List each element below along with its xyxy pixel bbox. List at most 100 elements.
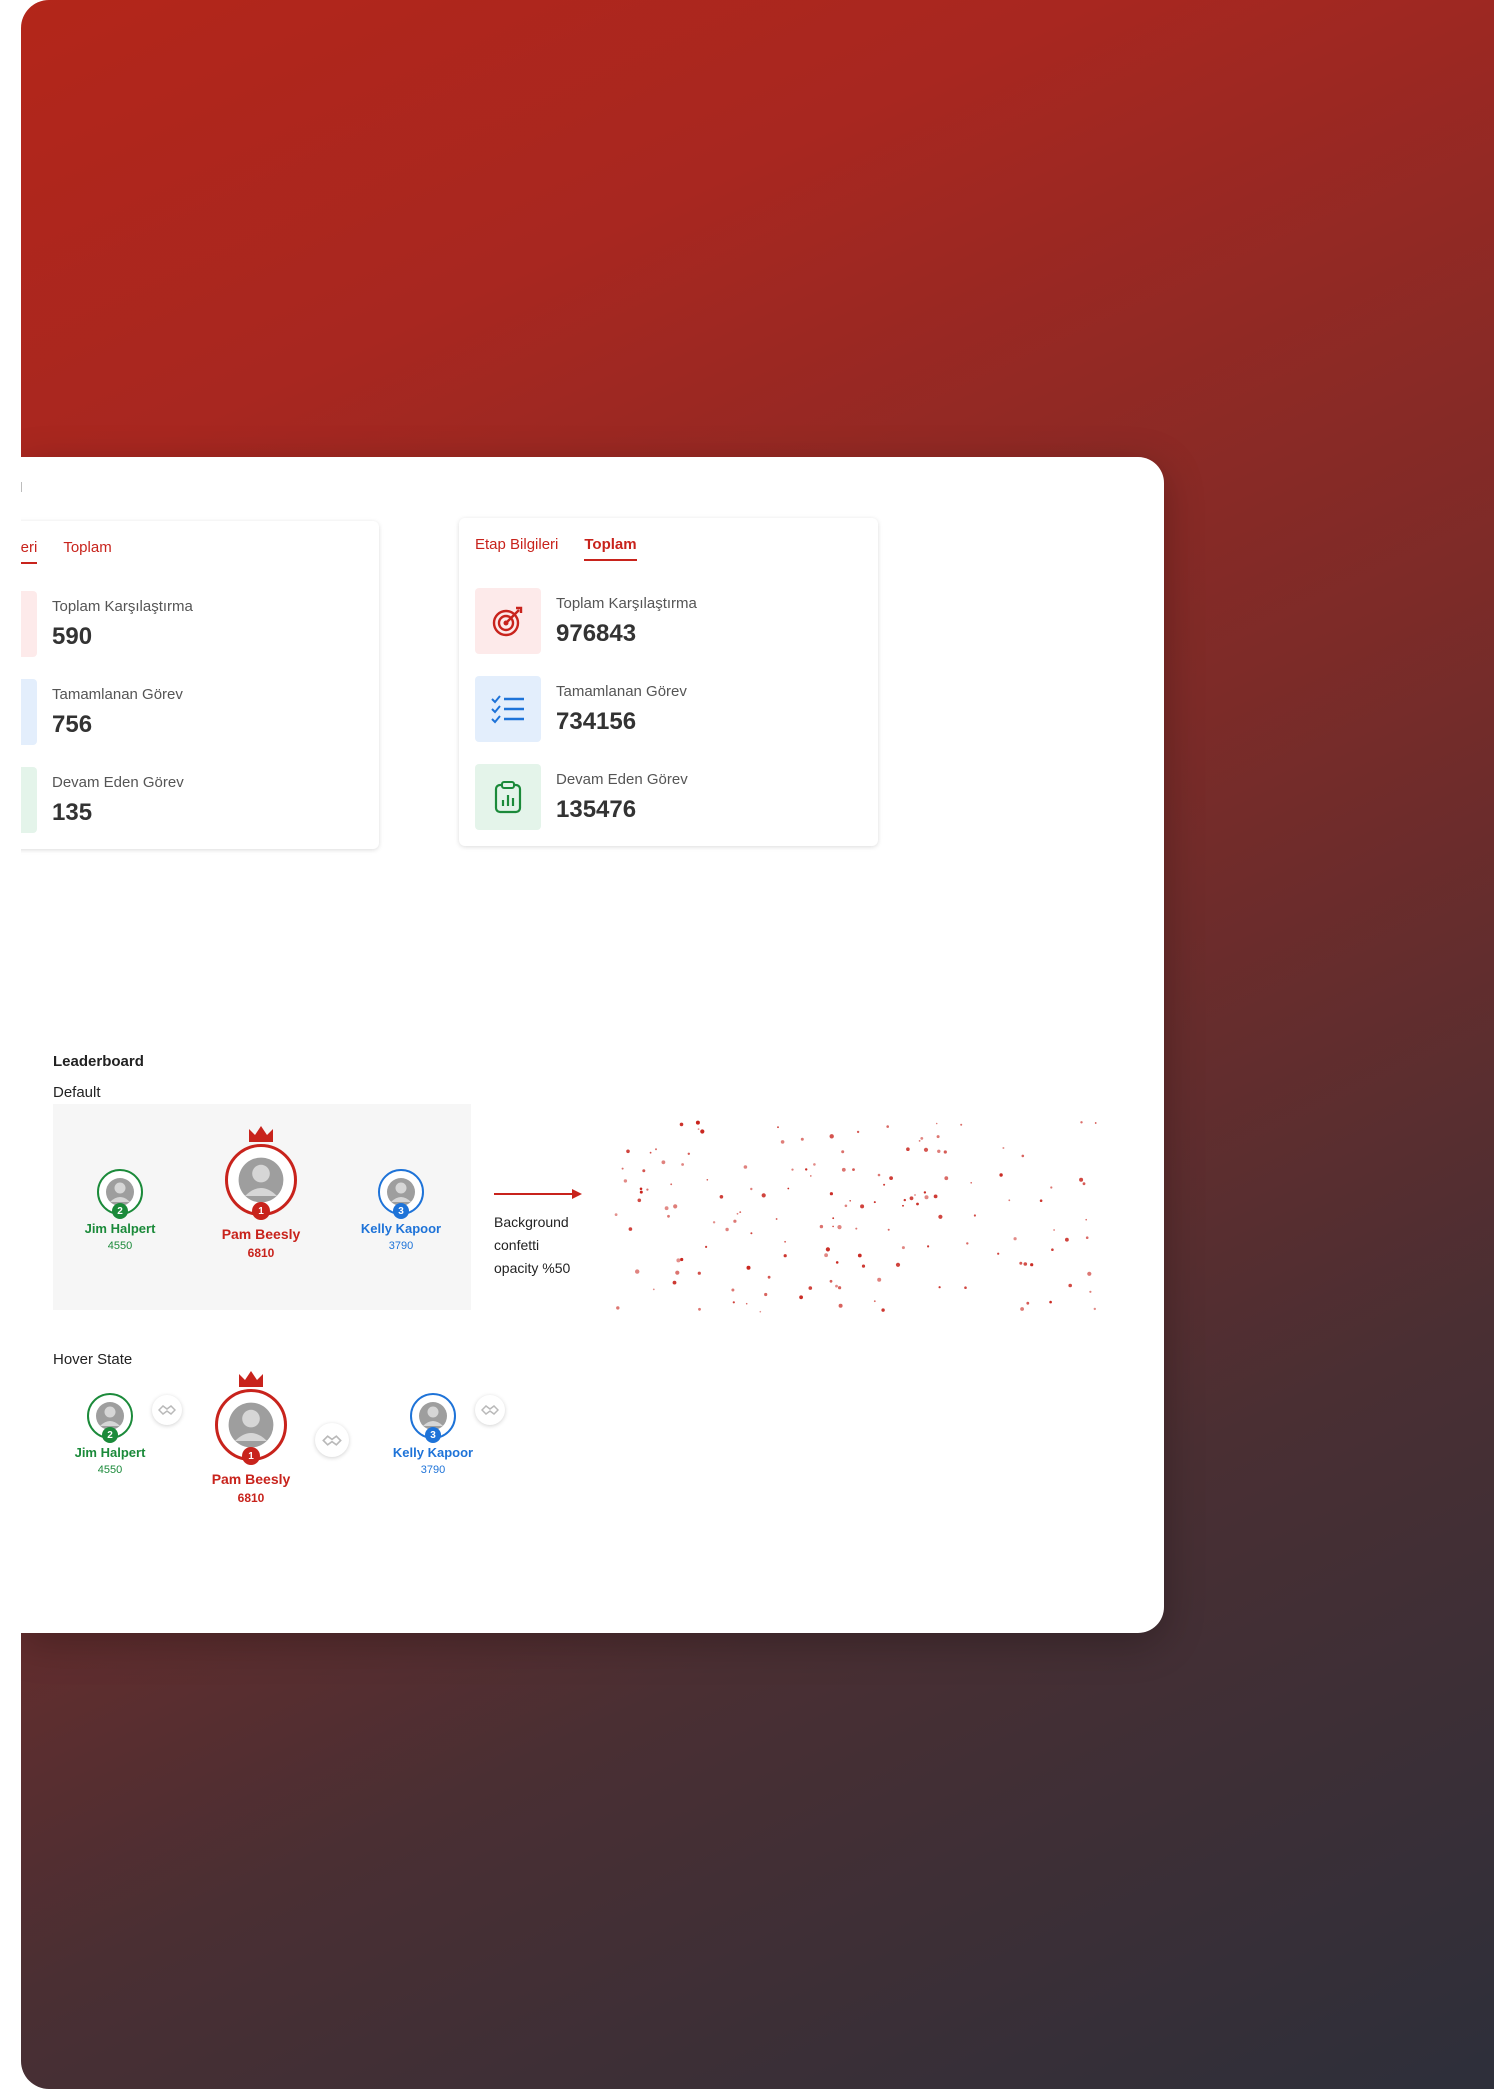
podium-player-second[interactable]: 2 Jim Halpert 4550 <box>65 1393 155 1476</box>
player-name: Pam Beesly <box>211 1471 291 1487</box>
confetti-dot <box>649 1151 652 1154</box>
confetti-dot <box>639 1187 643 1191</box>
confetti-dot <box>903 1198 906 1202</box>
confetti-dot <box>623 1179 628 1183</box>
stat-label: Toplam Karşılaştırma <box>52 597 193 615</box>
podium-player-first[interactable]: 1 Pam Beesly 6810 <box>211 1124 311 1260</box>
confetti-dot <box>719 1195 724 1199</box>
podium-player-third[interactable]: 3 Kelly Kapoor 3790 <box>351 1169 451 1252</box>
clipboard-chart-icon <box>21 767 37 833</box>
confetti-dot <box>838 1303 843 1308</box>
tab-stage-info[interactable]: ilgileri <box>21 539 38 564</box>
confetti-dot <box>970 1182 972 1184</box>
tab-bar: Etap Bilgileri Toplam <box>475 536 637 561</box>
stat-label: Devam Eden Görev <box>52 773 184 791</box>
handshake-icon[interactable] <box>315 1423 349 1457</box>
player-name: Pam Beesly <box>221 1226 301 1242</box>
leaderboard-default: 2 Jim Halpert 4550 1 Pam Beesly 6810 3 K… <box>53 1104 471 1310</box>
handshake-icon[interactable] <box>475 1395 505 1425</box>
confetti-dot <box>1082 1182 1086 1186</box>
confetti-dot <box>938 1286 941 1289</box>
arrow-right-icon <box>494 1187 584 1206</box>
confetti-dot <box>767 1275 771 1279</box>
player-score: 4550 <box>97 1464 123 1476</box>
hover-state-label: Hover State <box>53 1351 133 1368</box>
confetti-dot <box>1087 1271 1092 1276</box>
confetti-dot <box>832 1225 834 1228</box>
avatar: 2 <box>97 1169 143 1219</box>
confetti-dot <box>1080 1121 1083 1124</box>
rank-badge: 1 <box>252 1202 270 1220</box>
tab-total[interactable]: Toplam <box>63 539 111 564</box>
confetti-dot <box>844 1204 848 1208</box>
player-score: 6810 <box>247 1246 275 1260</box>
confetti-dot <box>881 1308 885 1312</box>
podium-player-second[interactable]: 2 Jim Halpert 4550 <box>75 1169 165 1252</box>
confetti-dot <box>764 1292 768 1297</box>
stat-row-comparison: Toplam Karşılaştırma 976843 <box>475 588 697 654</box>
player-score: 6810 <box>237 1491 265 1505</box>
confetti-dot <box>805 1168 808 1171</box>
confetti-dot <box>933 1194 938 1199</box>
confetti-dot <box>924 1195 929 1200</box>
tab-total[interactable]: Toplam <box>584 536 637 561</box>
confetti-dot <box>873 1201 876 1204</box>
confetti-dot <box>1030 1263 1034 1267</box>
podium-player-third[interactable]: 3 Kelly Kapoor 3790 <box>383 1393 483 1476</box>
confetti-dot <box>1049 1300 1052 1304</box>
confetti-dot <box>964 1286 967 1289</box>
confetti-dot <box>697 1271 701 1275</box>
handshake-icon[interactable] <box>152 1395 182 1425</box>
confetti-dot <box>733 1219 737 1223</box>
confetti-dot <box>877 1173 881 1177</box>
confetti-dot <box>791 1168 794 1171</box>
confetti-dot <box>999 1173 1003 1177</box>
confetti-dot <box>849 1200 851 1202</box>
rank-badge: 3 <box>393 1203 409 1219</box>
confetti-dot <box>800 1137 804 1141</box>
confetti-dot <box>877 1277 882 1282</box>
player-name: Kelly Kapoor <box>360 1221 442 1236</box>
confetti-dot <box>808 1286 813 1290</box>
tab-stage-info[interactable]: Etap Bilgileri <box>475 536 558 561</box>
confetti-dot <box>667 1214 670 1218</box>
stat-row-ongoing: Devam Eden Görev 135 <box>21 767 184 833</box>
confetti-dot <box>935 1122 938 1125</box>
confetti-dot <box>675 1270 680 1275</box>
player-name: Jim Halpert <box>74 1445 146 1460</box>
confetti-dot <box>750 1232 753 1235</box>
stat-label: Tamamlanan Görev <box>52 685 183 703</box>
rank-badge: 3 <box>425 1427 441 1443</box>
confetti-dot <box>838 1286 842 1290</box>
confetti-dot <box>681 1163 684 1166</box>
tab-bar: ilgileri Toplam <box>21 539 112 564</box>
target-icon <box>21 591 37 657</box>
confetti-dot <box>920 1137 924 1140</box>
player-score: 4550 <box>107 1240 133 1252</box>
stat-value: 135476 <box>556 795 637 823</box>
confetti-dot <box>672 1280 677 1285</box>
podium-player-first[interactable]: 1 Pam Beesly 6810 <box>201 1369 301 1505</box>
player-name: Kelly Kapoor <box>392 1445 474 1460</box>
confetti-dot <box>901 1246 905 1250</box>
confetti-dot <box>997 1252 1000 1255</box>
player-score: 3790 <box>420 1464 446 1476</box>
confetti-dot <box>687 1152 690 1155</box>
confetti-dot <box>813 1163 816 1166</box>
confetti-dot <box>1020 1307 1024 1311</box>
confetti-dot <box>810 1175 812 1177</box>
confetti-dot <box>855 1227 858 1230</box>
confetti-dot <box>873 1300 876 1303</box>
confetti-dot <box>1026 1301 1030 1305</box>
confetti-dot <box>783 1254 787 1258</box>
stat-value: 756 <box>52 710 93 738</box>
confetti-dot <box>628 1227 633 1231</box>
confetti-dot <box>655 1148 657 1151</box>
rank-badge: 2 <box>102 1427 118 1443</box>
gradient-background: ilgileri Toplam Toplam Karşılaştırma 590… <box>21 0 1494 2089</box>
player-name: Jim Halpert <box>84 1221 156 1236</box>
confetti-dot <box>1019 1261 1023 1265</box>
confetti-dot <box>887 1228 890 1231</box>
default-state-label: Default <box>53 1084 101 1101</box>
stat-row-completed: Tamamlanan Görev 756 <box>21 679 183 745</box>
